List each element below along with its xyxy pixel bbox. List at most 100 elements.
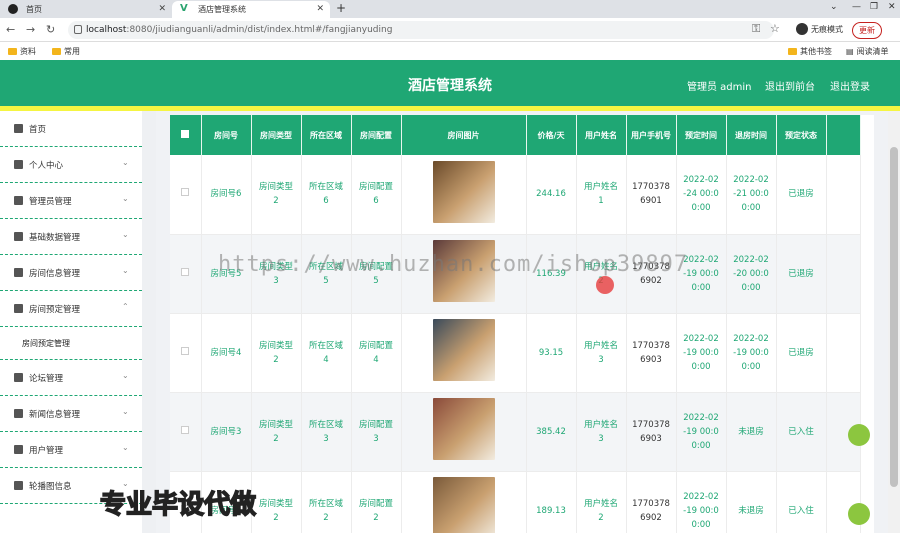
sidebar-item[interactable]: 论坛管理 ⌄	[0, 360, 142, 396]
row-checkbox[interactable]	[181, 346, 190, 355]
grid-icon	[14, 268, 23, 277]
action-button[interactable]	[848, 424, 870, 446]
folder-icon	[8, 48, 17, 55]
folder-icon	[52, 48, 61, 55]
sidebar-gap	[142, 111, 156, 533]
row-checkbox[interactable]	[181, 188, 190, 197]
browser-tabbar: 首页 ✕ V 酒店管理系统 ✕ + ⌄ — ❐ ✕	[0, 0, 900, 18]
home-icon	[14, 124, 23, 133]
sidebar-item[interactable]: 房间信息管理 ⌄	[0, 255, 142, 291]
bookmark-folder[interactable]: 资料	[8, 46, 36, 57]
chevron-down-icon[interactable]: ⌄	[830, 2, 838, 12]
price-cell: 244.16	[526, 155, 577, 235]
incognito-indicator[interactable]: 无痕模式	[796, 23, 843, 35]
room-photo[interactable]	[432, 398, 495, 460]
room-photo[interactable]	[432, 477, 495, 533]
sidebar-item[interactable]: 个人中心 ⌄	[0, 147, 142, 183]
incognito-icon	[796, 23, 808, 35]
main-content: 房间号 房间类型 所在区域 房间配置 房间图片 价格/天 用户姓名 用户手机号 预定时间 退房时间…	[156, 111, 900, 533]
scrollbar-thumb[interactable]	[890, 147, 898, 487]
row-select-cell	[170, 313, 202, 393]
reload-icon[interactable]: ↻	[46, 23, 55, 36]
row-checkbox[interactable]	[181, 425, 190, 434]
row-select-cell	[170, 392, 202, 472]
select-all-checkbox[interactable]	[181, 129, 190, 138]
scrollbar[interactable]	[888, 111, 900, 533]
watermark-text: https://www.huzhan.com/ishop39897	[218, 252, 689, 277]
chevron-up-icon: ⌃	[122, 302, 129, 311]
room-photo-cell	[401, 392, 527, 472]
forward-icon[interactable]: →	[26, 23, 35, 36]
sidebar-item-label: 房间预定管理	[29, 305, 81, 315]
new-tab-icon[interactable]: +	[336, 1, 346, 15]
action-button[interactable]	[848, 503, 870, 525]
table-row: 房间号6 房间类型 2 所在区域 6 房间配置 6 244.16 用户姓名 1 177037…	[170, 155, 861, 235]
column-header: 所在区域	[301, 115, 352, 155]
browser-tab-home[interactable]: 首页 ✕	[0, 1, 172, 18]
close-icon[interactable]: ✕	[158, 4, 166, 14]
sidebar-subitem[interactable]: 房间预定管理	[0, 327, 142, 360]
row-checkbox[interactable]	[181, 267, 190, 276]
booking-table: 房间号 房间类型 所在区域 房间配置 房间图片 价格/天 用户姓名 用户手机号 预定时间 退房时间…	[170, 115, 861, 533]
column-header: 预定时间	[676, 115, 727, 155]
update-button[interactable]: 更新	[852, 22, 882, 39]
booking-table-wrapper: 房间号 房间类型 所在区域 房间配置 房间图片 价格/天 用户姓名 用户手机号 预定时间 退房时间…	[170, 115, 874, 533]
url-input[interactable]: localhost:8080/jiudianguanli/admin/dist/…	[68, 21, 774, 39]
info-icon[interactable]	[74, 25, 82, 34]
window-close-icon[interactable]: ✕	[888, 2, 896, 12]
sidebar-item[interactable]: 房间预定管理 ⌃	[0, 291, 142, 327]
room-photo[interactable]	[432, 160, 495, 223]
chevron-down-icon: ⌄	[122, 266, 129, 275]
room-number-cell: 房间号3	[201, 392, 252, 472]
column-header: 用户姓名	[576, 115, 627, 155]
checkout-time-cell: 2022-02 -21 00:0 0:00	[726, 155, 777, 235]
back-icon[interactable]: ←	[6, 23, 15, 36]
chevron-down-icon: ⌄	[122, 194, 129, 203]
sidebar-item[interactable]: 用户管理 ⌄	[0, 432, 142, 468]
user-name-cell: 用户姓名 2	[576, 471, 627, 533]
row-actions-cell	[826, 313, 861, 393]
tab-label: 首页	[26, 5, 42, 14]
address-bar: ← → ↻ localhost:8080/jiudianguanli/admin…	[0, 18, 900, 42]
sidebar-item-label: 基础数据管理	[29, 233, 81, 243]
back-to-front-link[interactable]: 退出到前台	[765, 78, 815, 93]
booking-status-cell: 已入住	[776, 471, 827, 533]
reading-list[interactable]: ▤ 阅读清单	[846, 46, 889, 57]
bookmark-folder[interactable]: 其他书签	[788, 46, 832, 57]
star-icon[interactable]: ☆	[770, 22, 780, 35]
bookmarks-bar: 资料 常用 其他书签 ▤ 阅读清单	[0, 42, 900, 60]
sidebar-item[interactable]: 新闻信息管理 ⌄	[0, 396, 142, 432]
checkout-time-cell: 2022-02 -20 00:0 0:00	[726, 234, 777, 314]
phone-cell: 1770378 6903	[626, 392, 677, 472]
restore-icon[interactable]: ❐	[870, 2, 878, 12]
column-header: 房间配置	[351, 115, 402, 155]
mouse-cursor	[596, 276, 614, 294]
promo-text: 专业毕设代做	[99, 489, 257, 521]
admin-label: 管理员 admin	[687, 82, 752, 93]
room-photo-cell	[401, 155, 527, 235]
tab-label: 酒店管理系统	[198, 5, 246, 14]
sidebar-item[interactable]: 基础数据管理 ⌄	[0, 219, 142, 255]
price-cell: 385.42	[526, 392, 577, 472]
column-header: 房间类型	[251, 115, 302, 155]
room-photo-cell	[401, 313, 527, 393]
browser-tab-hotel[interactable]: V 酒店管理系统 ✕	[172, 1, 330, 18]
select-all-header	[170, 115, 202, 155]
room-area-cell: 所在区域 6	[301, 155, 352, 235]
sidebar-item-label: 论坛管理	[29, 374, 64, 384]
sidebar-item[interactable]: 管理员管理 ⌄	[0, 183, 142, 219]
sidebar-item-label: 首页	[29, 125, 47, 135]
bookmark-label: 资料	[20, 47, 36, 56]
sidebar-item-label: 新闻信息管理	[29, 410, 81, 420]
sidebar-item[interactable]: 首页	[0, 111, 142, 147]
table-header-row: 房间号 房间类型 所在区域 房间配置 房间图片 价格/天 用户姓名 用户手机号 预定时间 退房时间…	[170, 115, 861, 155]
bookmark-folder[interactable]: 常用	[52, 46, 80, 57]
minimize-icon[interactable]: —	[852, 2, 861, 12]
logout-link[interactable]: 退出登录	[830, 78, 870, 93]
close-icon[interactable]: ✕	[316, 4, 324, 14]
sidebar-item-label: 个人中心	[29, 161, 64, 171]
key-icon[interactable]: ⚿	[752, 22, 760, 36]
phone-cell: 1770378 6903	[626, 313, 677, 393]
incognito-label: 无痕模式	[811, 24, 843, 34]
room-photo[interactable]	[432, 319, 495, 381]
